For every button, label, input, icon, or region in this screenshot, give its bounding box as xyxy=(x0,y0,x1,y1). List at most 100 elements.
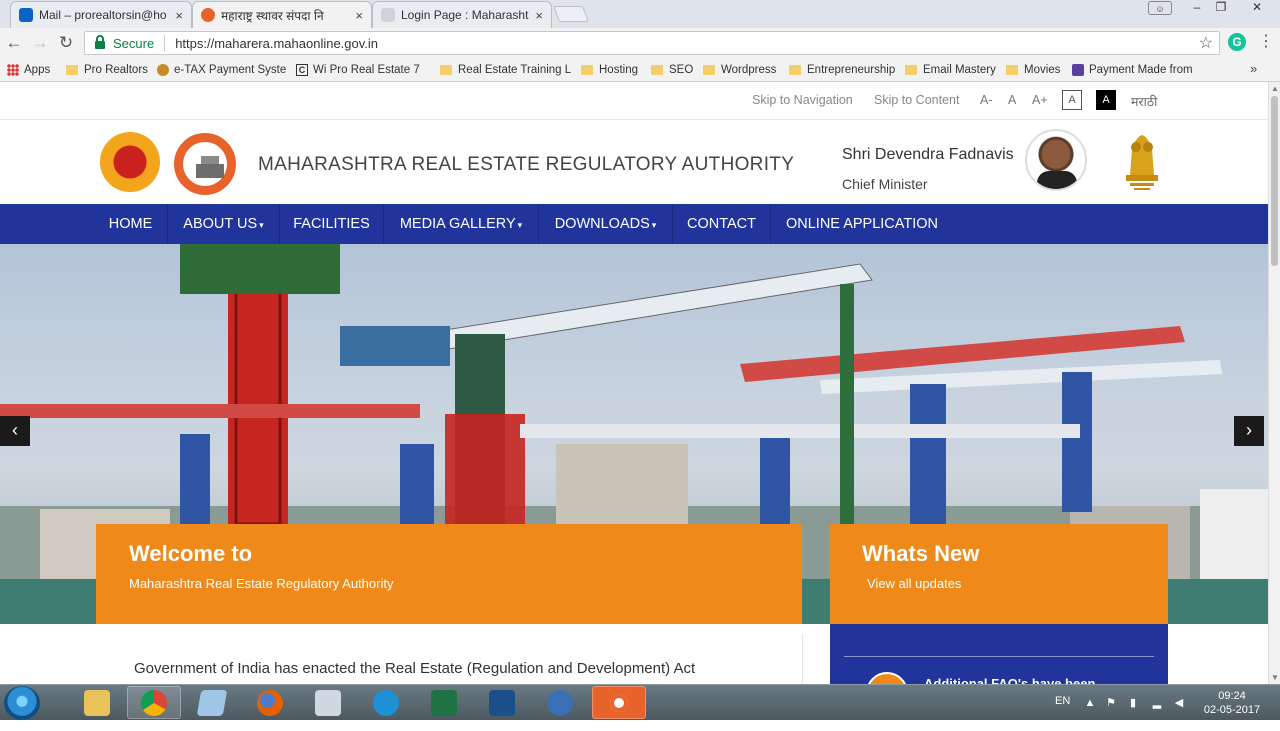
taskbar-explorer[interactable] xyxy=(70,686,124,719)
window-close-icon[interactable]: ✕ xyxy=(1246,0,1268,16)
bookmarks-overflow-button[interactable]: » xyxy=(1250,61,1257,76)
news-item-link[interactable]: Additional FAQ's have been xyxy=(924,676,1095,684)
bookmarks-bar: Apps Pro Realtors e-TAX Payment Syste C … xyxy=(0,58,1280,82)
bookmark-label: SEO xyxy=(669,64,694,76)
action-center-flag-icon[interactable]: ⚑ xyxy=(1104,696,1118,710)
contrast-high-button[interactable]: A xyxy=(1096,90,1116,110)
user-profile-icon[interactable]: ☺ xyxy=(1148,1,1172,15)
contrast-normal-button[interactable]: A xyxy=(1062,90,1082,110)
nav-contact[interactable]: CONTACT xyxy=(673,204,771,244)
windows-taskbar: EN ▲ ⚑ ▮ ▂ ◀ 09:24 02-05-2017 xyxy=(0,684,1280,720)
url-text[interactable]: https://maharera.mahaonline.gov.in xyxy=(175,36,378,51)
nav-media-gallery[interactable]: MEDIA GALLERY ▾ xyxy=(384,204,539,244)
bookmark-star-icon[interactable]: ☆ xyxy=(1199,33,1213,53)
show-hidden-icons-icon[interactable]: ▲ xyxy=(1083,696,1097,710)
main-content: Government of India has enacted the Real… xyxy=(0,624,1268,684)
nav-downloads[interactable]: DOWNLOADS ▾ xyxy=(539,204,673,244)
scrollbar-thumb[interactable] xyxy=(1271,96,1278,266)
folder-icon xyxy=(905,65,917,75)
language-indicator[interactable]: EN xyxy=(1055,695,1070,731)
mail-client-icon xyxy=(547,689,573,716)
grammarly-extension-icon[interactable]: G xyxy=(1228,33,1246,51)
taskbar-recorder[interactable] xyxy=(592,686,646,719)
taskbar-internet-explorer[interactable] xyxy=(359,686,413,719)
browser-menu-icon[interactable]: ⋮ xyxy=(1258,34,1274,50)
nav-facilities[interactable]: FACILITIES xyxy=(280,204,384,244)
restore-icon[interactable]: ❐ xyxy=(1212,0,1230,16)
language-marathi-link[interactable]: मराठी xyxy=(1131,93,1157,110)
bookmark-apps[interactable]: Apps xyxy=(7,61,50,79)
maharashtra-seal-logo[interactable] xyxy=(100,132,160,192)
bookmark-label: Movies xyxy=(1024,64,1061,76)
scroll-up-icon[interactable]: ▲ xyxy=(1269,84,1280,93)
close-icon[interactable]: × xyxy=(175,8,183,23)
scroll-down-icon[interactable]: ▼ xyxy=(1269,673,1280,682)
skip-to-navigation-link[interactable]: Skip to Navigation xyxy=(752,93,853,107)
nav-about-us[interactable]: ABOUT US ▾ xyxy=(168,204,280,244)
outlook-icon xyxy=(19,8,33,22)
nav-label: ONLINE APPLICATION xyxy=(785,216,939,232)
new-tab-button[interactable] xyxy=(553,6,589,22)
font-decrease-button[interactable]: A- xyxy=(980,93,993,107)
organization-title: MAHARASHTRA REAL ESTATE REGULATORY AUTHO… xyxy=(258,154,795,175)
bookmark-seo[interactable]: SEO xyxy=(651,61,693,79)
chrome-icon xyxy=(141,689,167,716)
close-icon[interactable]: × xyxy=(355,8,363,23)
intro-paragraph: Government of India has enacted the Real… xyxy=(134,660,696,677)
bookmark-pro-real-estate[interactable]: C Wi Pro Real Estate 7 xyxy=(296,61,420,79)
taskbar-app-blue[interactable] xyxy=(475,686,529,719)
bookmark-label: Real Estate Training L xyxy=(458,64,572,76)
close-icon[interactable]: × xyxy=(535,8,543,23)
skip-to-content-link[interactable]: Skip to Content xyxy=(874,93,959,107)
bookmark-etax[interactable]: e-TAX Payment Syste xyxy=(157,61,286,79)
tab-maharera[interactable]: महाराष्ट्र स्थावर संपदा नि × xyxy=(192,1,372,28)
taskbar-thunderbird[interactable] xyxy=(533,686,587,719)
divider xyxy=(844,656,1154,657)
volume-icon[interactable]: ◀ xyxy=(1172,696,1186,710)
photo-suit xyxy=(1037,171,1077,189)
back-arrow-icon[interactable]: ← xyxy=(4,33,24,53)
taskbar-chrome[interactable] xyxy=(127,686,181,719)
app-icon xyxy=(489,689,515,716)
power-icon[interactable]: ▮ xyxy=(1126,696,1140,710)
record-icon xyxy=(610,693,628,712)
carousel-next-button[interactable]: › xyxy=(1234,416,1264,446)
taskbar-excel[interactable] xyxy=(417,686,471,719)
folder-icon xyxy=(789,65,801,75)
bookmark-real-estate-training[interactable]: Real Estate Training L xyxy=(440,61,571,79)
bookmark-label: e-TAX Payment Syste xyxy=(174,64,287,76)
tab-login-page[interactable]: Login Page : Maharashtr × xyxy=(372,1,552,28)
taskbar-firefox[interactable] xyxy=(243,686,297,719)
font-increase-button[interactable]: A+ xyxy=(1032,93,1048,107)
carousel-prev-button[interactable]: ‹ xyxy=(0,416,30,446)
bookmark-email-mastery[interactable]: Email Mastery xyxy=(905,61,996,79)
system-clock[interactable]: 09:24 02-05-2017 xyxy=(1200,689,1264,717)
caret-down-icon: ▾ xyxy=(259,220,264,230)
nav-home[interactable]: HOME xyxy=(94,204,168,244)
page-scrollbar[interactable]: ▲ ▼ xyxy=(1268,82,1280,684)
taskbar-app[interactable] xyxy=(185,686,239,719)
minimize-icon[interactable]: – xyxy=(1188,0,1206,16)
bookmark-hosting[interactable]: Hosting xyxy=(581,61,638,79)
apps-grid-icon xyxy=(7,64,19,76)
bookmark-wordpress[interactable]: Wordpress xyxy=(703,61,776,79)
nav-online-application[interactable]: ONLINE APPLICATION xyxy=(771,204,953,244)
folder-icon xyxy=(1006,65,1018,75)
whats-new-box: Whats New View all updates xyxy=(830,524,1168,624)
view-all-updates-link[interactable]: View all updates xyxy=(867,576,961,591)
network-signal-icon[interactable]: ▂ xyxy=(1150,696,1164,710)
maharera-logo[interactable] xyxy=(174,133,236,195)
security-indicator[interactable]: Secure xyxy=(113,36,154,51)
bookmark-entrepreneurship[interactable]: Entrepreneurship xyxy=(789,61,895,79)
tab-mail[interactable]: Mail – prorealtorsin@ho × xyxy=(10,1,192,28)
bookmark-payment-made[interactable]: Payment Made from xyxy=(1072,61,1193,79)
bookmark-pro-realtors[interactable]: Pro Realtors xyxy=(66,61,148,79)
forward-arrow-icon[interactable]: → xyxy=(30,33,50,53)
chief-minister-name: Shri Devendra Fadnavis xyxy=(842,146,1014,163)
reload-icon[interactable]: ↻ xyxy=(56,33,76,53)
taskbar-calculator[interactable] xyxy=(301,686,355,719)
bookmark-movies[interactable]: Movies xyxy=(1006,61,1060,79)
address-bar[interactable]: Secure https://maharera.mahaonline.gov.i… xyxy=(84,31,1220,55)
font-normal-button[interactable]: A xyxy=(1008,93,1016,107)
start-button[interactable] xyxy=(4,686,40,720)
